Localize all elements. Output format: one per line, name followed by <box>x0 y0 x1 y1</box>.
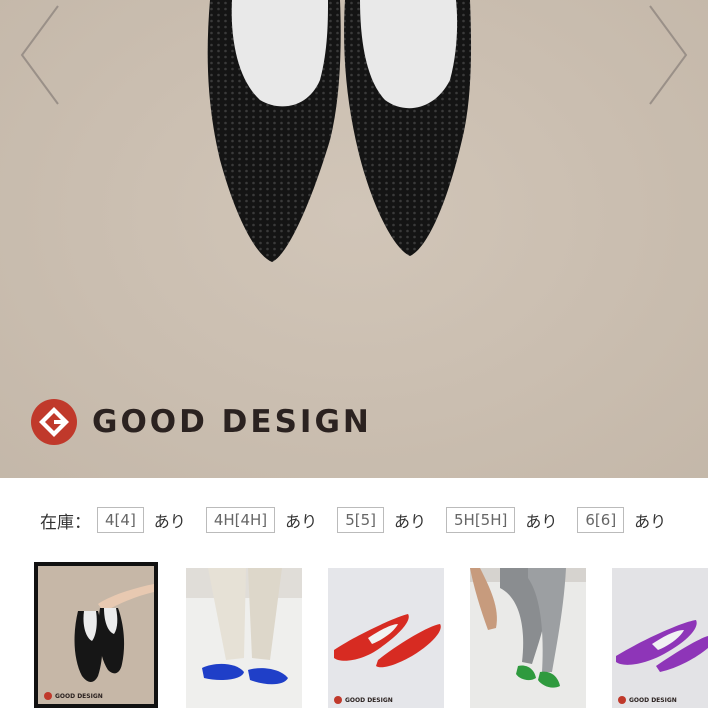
size-option-button[interactable]: 6[6] <box>577 507 625 533</box>
size-availability-item: 5[5] あり <box>337 507 426 533</box>
size-availability-item: 5H[5H] あり <box>446 507 557 533</box>
size-option-button[interactable]: 5H[5H] <box>446 507 516 533</box>
good-design-text: GOOD DESIGN <box>92 404 372 440</box>
black-knit-flats-image <box>207 0 472 262</box>
good-design-badge: GOOD DESIGN <box>30 398 372 446</box>
thumbnail-black[interactable]: GOOD DESIGN <box>34 562 158 708</box>
black-flats-thumbnail-image <box>38 566 154 704</box>
green-flats-thumbnail-image <box>470 568 586 708</box>
red-flats-thumbnail-image <box>328 568 444 708</box>
mini-good-design-badge: GOOD DESIGN <box>334 696 393 704</box>
stock-availability: 在庫： 4[4] あり 4H[4H] あり 5[5] あり 5H[5H] あり … <box>40 504 686 536</box>
availability-text: あり <box>393 512 426 531</box>
good-design-logo-icon <box>44 692 52 700</box>
good-design-logo-icon <box>334 696 342 704</box>
stock-label: 在庫： <box>40 512 91 533</box>
size-option-button[interactable]: 4[4] <box>97 507 144 533</box>
size-option-button[interactable]: 4H[4H] <box>205 507 276 533</box>
thumbnail-purple[interactable]: GOOD DESIGN <box>612 568 708 708</box>
size-option-button[interactable]: 5[5] <box>337 507 384 533</box>
product-hero-image: GOOD DESIGN <box>0 0 708 478</box>
thumbnail-blue[interactable] <box>186 568 302 708</box>
availability-text: あり <box>634 512 667 531</box>
availability-text: あり <box>153 512 186 531</box>
carousel-prev-button[interactable] <box>18 0 62 110</box>
purple-flats-thumbnail-image <box>612 568 708 708</box>
blue-flats-thumbnail-image <box>186 568 302 708</box>
mini-good-design-badge: GOOD DESIGN <box>44 692 103 700</box>
size-availability-item: 4[4] あり <box>97 507 186 533</box>
availability-text: あり <box>525 512 558 531</box>
thumbnail-green[interactable] <box>470 568 586 708</box>
thumbnail-strip: GOOD DESIGN GOOD DESIGN GOOD DESIGN <box>34 562 708 708</box>
size-availability-item: 6[6] あり <box>577 507 666 533</box>
size-availability-item: 4H[4H] あり <box>205 507 318 533</box>
availability-text: あり <box>285 512 318 531</box>
thumbnail-red[interactable]: GOOD DESIGN <box>328 568 444 708</box>
chevron-left-icon <box>20 5 59 105</box>
chevron-right-icon <box>649 5 688 105</box>
mini-good-design-badge: GOOD DESIGN <box>618 696 677 704</box>
carousel-next-button[interactable] <box>646 0 690 110</box>
good-design-logo-icon <box>31 399 77 445</box>
good-design-logo-icon <box>618 696 626 704</box>
